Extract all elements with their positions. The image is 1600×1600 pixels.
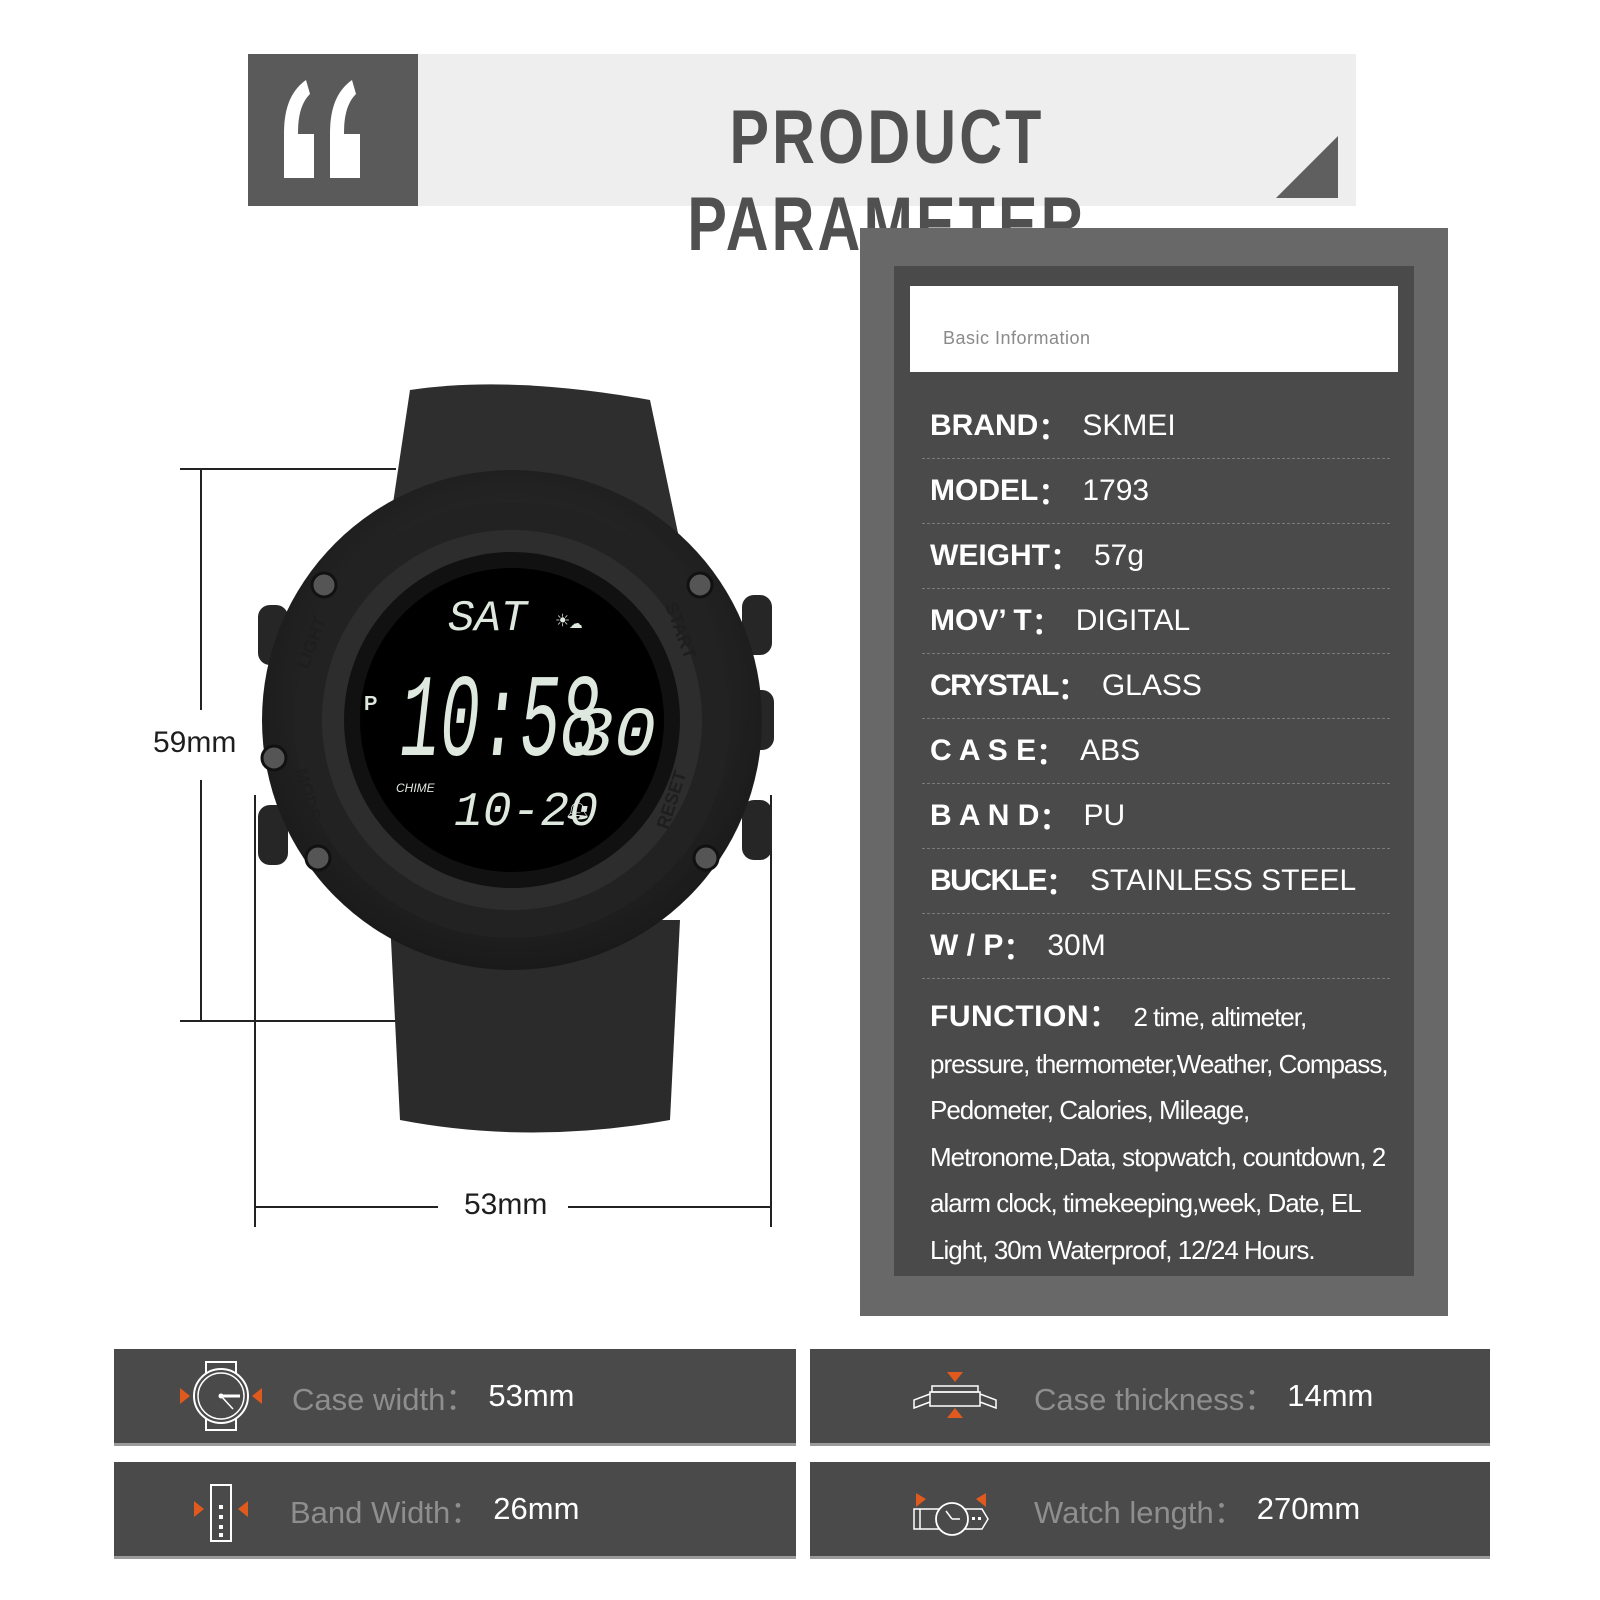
spec-colon: ：	[1039, 803, 1070, 836]
spec-label: Watch length：	[1034, 1494, 1245, 1530]
display-pm-indicator: P	[364, 693, 377, 715]
basic-information-label: Basic Information	[943, 328, 1091, 348]
spec-row-brand: BRAND： SKMEI	[922, 394, 1390, 459]
display-time: 10:58	[400, 658, 600, 791]
spec-case-thickness: Case thickness： 14mm	[810, 1349, 1490, 1446]
spec-value: STAINLESS STEEL	[1090, 864, 1357, 897]
display-chime: CHIME	[396, 781, 436, 795]
spec-row-weight: WEIGHT： 57g	[922, 524, 1390, 589]
spec-key: W / P	[930, 929, 1004, 962]
spec-value: SKMEI	[1082, 409, 1176, 442]
spec-key: BRAND	[930, 409, 1039, 442]
height-dimension-label: 59mm	[153, 726, 237, 759]
quote-open-icon	[284, 80, 360, 178]
height-dimension-line-upper	[200, 468, 202, 710]
case-width-icon	[180, 1361, 262, 1431]
spec-colon: ：	[1036, 738, 1067, 771]
spec-key: C A S E	[930, 734, 1037, 767]
spec-watch-length: Watch length： 270mm	[810, 1462, 1490, 1559]
spec-key: B A N D	[930, 799, 1040, 832]
function-key: FUNCTION	[930, 1000, 1089, 1033]
spec-rows: BRAND： SKMEI MODEL： 1793 WEIGHT： 57g MOV’ T…	[922, 394, 1390, 979]
basic-information-header: Basic Information	[910, 286, 1398, 372]
spec-key: BUCKLE	[930, 864, 1048, 897]
band-width-icon	[194, 1484, 248, 1542]
banner-bar: PRODUCT PARAMETER	[418, 54, 1356, 267]
spec-row-buckle: BUCKLE： STAINLESS STEEL	[922, 849, 1390, 914]
spec-label: Case thickness：	[1034, 1381, 1276, 1417]
function-description: FUNCTION： 2 time, altimeter, pressure, th…	[930, 994, 1400, 1273]
spec-colon: ：	[1038, 478, 1069, 511]
spec-colon: ：	[1046, 868, 1076, 901]
width-dimension-line-right	[568, 1206, 772, 1208]
spec-row-model: MODEL： 1793	[922, 459, 1390, 524]
spec-value: DIGITAL	[1075, 604, 1191, 637]
product-info-inner: Basic Information BRAND： SKMEI MODEL： 1793…	[894, 266, 1414, 1276]
product-info-panel: Basic Information BRAND： SKMEI MODEL： 1793…	[860, 228, 1448, 1316]
spec-value: ABS	[1080, 734, 1141, 767]
height-dimension-line-lower	[200, 780, 202, 1022]
function-value: 2 time, altimeter, pressure, thermometer…	[930, 1002, 1389, 1265]
spec-value: GLASS	[1101, 669, 1202, 702]
spec-value: PU	[1083, 799, 1126, 832]
spec-colon: ：	[1031, 608, 1062, 641]
spec-row-crystal: CRYSTAL： GLASS	[922, 654, 1390, 719]
display-seconds: 30	[572, 698, 656, 777]
spec-key: WEIGHT	[930, 539, 1050, 572]
spec-row-movement: MOV’ T： DIGITAL	[922, 589, 1390, 654]
function-colon: ：	[1088, 1000, 1120, 1033]
watch-length-icon	[913, 1493, 989, 1536]
spec-case-width: Case width： 53mm	[114, 1349, 796, 1446]
display-day: SAT	[448, 594, 530, 644]
spec-row-band: B A N D： PU	[922, 784, 1390, 849]
spec-key: MOV’ T	[930, 604, 1032, 637]
spec-value: 30M	[1047, 929, 1106, 962]
spec-value: 26mm	[493, 1491, 580, 1526]
corner-triangle-icon	[1276, 136, 1338, 198]
watch-image: LIGHT MODE START RESET SAT ☀☁ P 10:58 30…	[258, 384, 774, 1133]
spec-colon: ：	[1003, 933, 1034, 966]
spec-colon: ：	[1038, 413, 1069, 446]
spec-value: 53mm	[488, 1378, 575, 1413]
spec-key: CRYSTAL	[930, 669, 1059, 702]
width-dimension-line-left	[254, 1206, 438, 1208]
spec-key: MODEL	[930, 474, 1039, 507]
width-dimension-label: 53mm	[464, 1188, 548, 1221]
spec-row-case: C A S E： ABS	[922, 719, 1390, 784]
spec-band-width: Band Width： 26mm	[114, 1462, 796, 1559]
alarm-bell-icon: 🔔︎	[565, 799, 590, 823]
case-thickness-icon	[913, 1372, 997, 1418]
spec-label: Band Width：	[290, 1494, 482, 1530]
spec-colon: ：	[1050, 543, 1080, 576]
spec-label: Case width：	[292, 1381, 477, 1417]
spec-value: 1793	[1082, 474, 1150, 507]
spec-row-water-resistance: W / P： 30M	[922, 914, 1390, 979]
banner-quote-block	[248, 54, 418, 206]
spec-value: 270mm	[1256, 1491, 1361, 1526]
spec-value: 14mm	[1287, 1378, 1374, 1413]
spec-colon: ：	[1057, 673, 1088, 706]
weather-icon: ☀☁	[556, 610, 583, 635]
spec-value: 57g	[1094, 539, 1145, 572]
